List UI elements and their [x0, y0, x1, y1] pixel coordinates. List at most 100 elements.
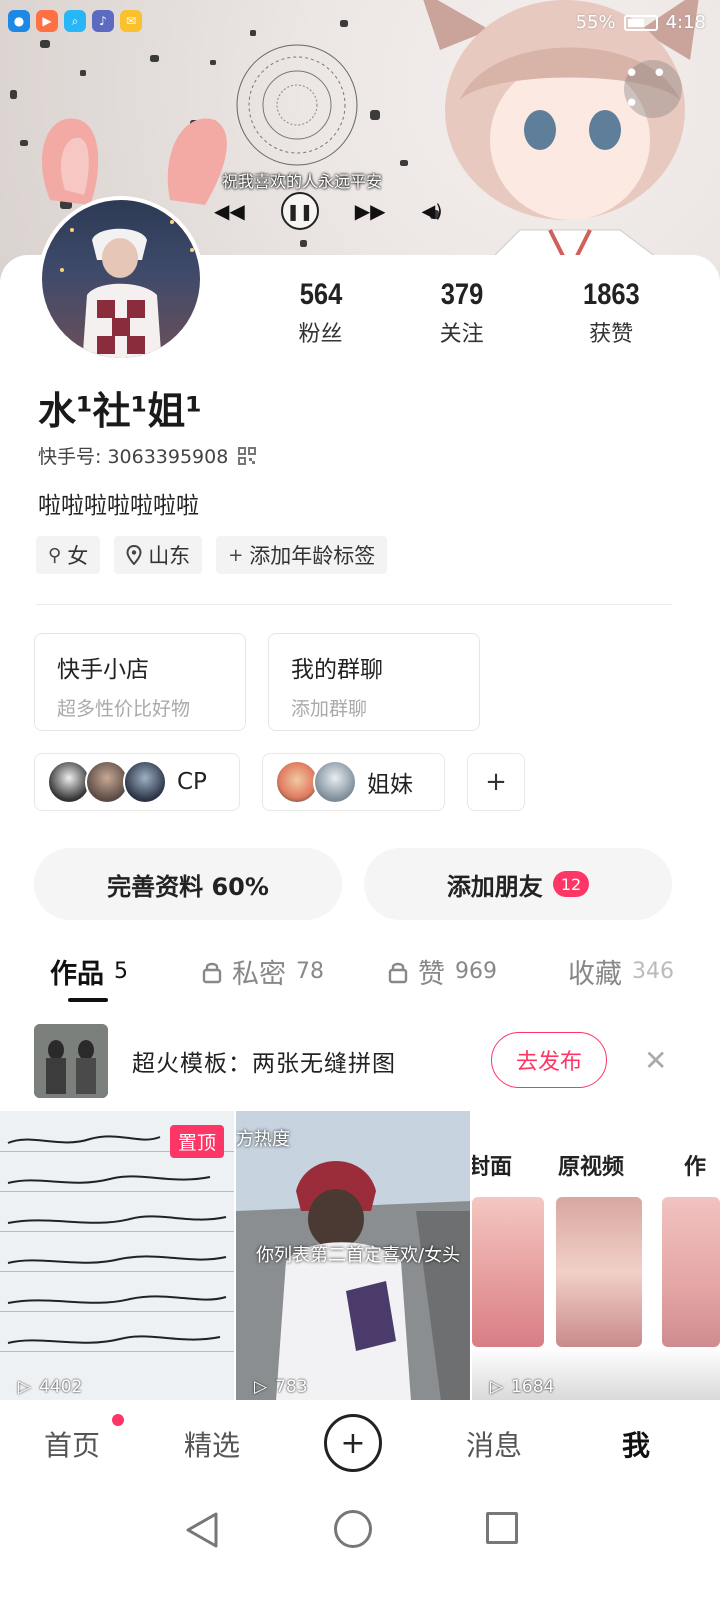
pinned-badge: 置顶 [169, 1125, 224, 1158]
add-friends-button[interactable]: 添加朋友 12 [364, 848, 672, 920]
next-track-icon[interactable]: ▶▶ [355, 199, 386, 223]
kuaishou-id-text: 快手号: 3063395908 [38, 446, 229, 468]
music-app-icon: ♪ [92, 10, 114, 32]
previous-track-icon[interactable]: ◀◀ [214, 199, 245, 223]
search-app-icon: ⌕ [64, 10, 86, 32]
group-chat-title: 我的群聊 [291, 657, 383, 683]
tab-private[interactable]: 私密 78 [202, 952, 324, 991]
complete-profile-button[interactable]: 完善资料 60% [34, 848, 342, 920]
likes-stat[interactable]: 1863 获赞 [578, 278, 645, 348]
tab-works-count: 5 [114, 959, 128, 984]
mandala-decoration [236, 44, 358, 166]
play-count-value: 4402 [39, 1377, 83, 1397]
create-button[interactable]: + [324, 1414, 382, 1472]
video-card[interactable]: 方热度 你列表第二首定喜欢/女头 ▷ 783 [236, 1111, 470, 1401]
plus-icon: + [485, 767, 507, 797]
shop-subtitle: 超多性价比好物 [57, 698, 191, 720]
close-icon[interactable]: ✕ [644, 1044, 667, 1077]
nav-featured[interactable]: 精选 [184, 1424, 240, 1464]
nav-messages[interactable]: 消息 [466, 1424, 522, 1464]
template-promo-bar[interactable]: 超火模板：两张无缝拼图 去发布 ✕ [0, 1006, 720, 1110]
female-icon: ⚲ [48, 544, 62, 566]
add-age-label: 添加年龄标签 [249, 544, 376, 568]
lock-icon [202, 962, 222, 983]
tab-favorites-count: 346 [632, 959, 674, 984]
kuaishou-shop-card[interactable]: 快手小店 超多性价比好物 [34, 633, 246, 731]
status-bar: ● ▶ ⌕ ♪ ✉ 55% 4:18 [0, 0, 720, 48]
more-options-button[interactable]: • • • [624, 59, 682, 119]
followers-label: 粉丝 [298, 322, 343, 347]
qr-code-icon[interactable] [238, 446, 257, 465]
location-label: 山东 [148, 544, 191, 568]
location-pin-icon [126, 545, 142, 565]
publish-button[interactable]: 去发布 [491, 1032, 607, 1088]
add-group-button[interactable]: + [467, 753, 525, 811]
clock: 4:18 [665, 12, 706, 33]
shop-title: 快手小店 [57, 657, 149, 683]
avatar[interactable] [38, 196, 204, 362]
section-divider [36, 604, 672, 605]
bulb-app-icon: ● [8, 10, 30, 32]
tab-works[interactable]: 作品 5 [50, 952, 128, 991]
more-dots-icon: • • • [624, 59, 669, 119]
status-app-icons: ● ▶ ⌕ ♪ ✉ [8, 10, 142, 32]
play-count: ▷ 4402 [18, 1377, 82, 1397]
following-stat[interactable]: 379 关注 [437, 278, 487, 348]
promo-text: 超火模板：两张无缝拼图 [132, 1051, 396, 1077]
play-count-value: 783 [275, 1377, 308, 1397]
face-thumb-3 [662, 1197, 720, 1347]
following-count: 379 [440, 278, 483, 311]
pause-icon[interactable]: ❚❚ [280, 192, 319, 230]
gender-tag[interactable]: ⚲ 女 [36, 536, 101, 574]
cp-group[interactable]: CP [34, 753, 240, 811]
group-chat-subtitle: 添加群聊 [291, 698, 368, 720]
notification-dot [112, 1414, 124, 1426]
original-video-label: 原视频 [558, 1155, 625, 1180]
play-icon: ▷ [18, 1377, 32, 1397]
profile-tags: ⚲ 女 山东 + 添加年龄标签 [36, 536, 388, 574]
video-app-icon: ▶ [36, 10, 58, 32]
plus-icon: + [340, 1425, 366, 1461]
video-card[interactable]: 置顶 ▷ 4402 [0, 1111, 234, 1401]
tab-favorites[interactable]: 收藏 346 [568, 952, 674, 991]
video-caption: 你列表第二首定喜欢/女头 [256, 1245, 461, 1266]
tab-likes[interactable]: 赞 969 [388, 952, 497, 991]
back-icon[interactable] [184, 1510, 220, 1550]
mail-app-icon: ✉ [120, 10, 142, 32]
bio[interactable]: 啦啦啦啦啦啦啦 [38, 486, 199, 520]
sisters-label: 姐妹 [367, 772, 413, 798]
home-icon[interactable] [334, 1510, 372, 1548]
nav-home[interactable]: 首页 [44, 1424, 100, 1464]
nav-me[interactable]: 我 [622, 1424, 650, 1464]
tab-likes-count: 969 [455, 959, 497, 984]
recent-apps-icon[interactable] [486, 1512, 518, 1544]
cp-label: CP [177, 769, 207, 795]
kuaishou-id[interactable]: 快手号: 3063395908 [38, 442, 257, 469]
play-count: ▷ 783 [254, 1377, 308, 1397]
cover-label: 封面 [472, 1155, 513, 1180]
sisters-group[interactable]: 姐妹 [262, 753, 445, 811]
cp-avatar-3 [123, 760, 167, 804]
gender-label: 女 [67, 544, 89, 568]
promo-thumbnail [34, 1024, 108, 1098]
play-count-value: 1684 [511, 1377, 555, 1397]
location-tag[interactable]: 山东 [114, 536, 203, 574]
content-tabs: 作品 5 私密 78 赞 969 收藏 346 [0, 940, 720, 1006]
video-grid: 置顶 ▷ 4402 方热度 你列表第二首定喜欢/女头 ▷ 783 封面 原视频 … [0, 1111, 720, 1401]
music-title: 祝我喜欢的人永远平安 [222, 172, 383, 191]
followers-stat[interactable]: 564 粉丝 [296, 278, 346, 348]
nickname: 水¹社¹姐¹ [38, 389, 202, 433]
music-controls: ◀◀ ❚❚ ▶▶ ◀) [214, 192, 442, 230]
face-thumb-2 [556, 1197, 642, 1347]
volume-icon[interactable]: ◀) [422, 201, 443, 222]
play-icon: ▷ [490, 1377, 504, 1397]
plus-icon: + [228, 544, 244, 566]
likes-label: 获赞 [589, 322, 634, 347]
following-label: 关注 [439, 322, 484, 347]
battery-icon [623, 14, 658, 31]
group-chat-card[interactable]: 我的群聊 添加群聊 [268, 633, 480, 731]
add-age-tag[interactable]: + 添加年龄标签 [216, 536, 388, 574]
battery-percent: 55% [575, 12, 616, 33]
add-friends-label: 添加朋友 [446, 872, 543, 901]
video-card[interactable]: 封面 原视频 作 ▷ 1684 [472, 1111, 720, 1401]
